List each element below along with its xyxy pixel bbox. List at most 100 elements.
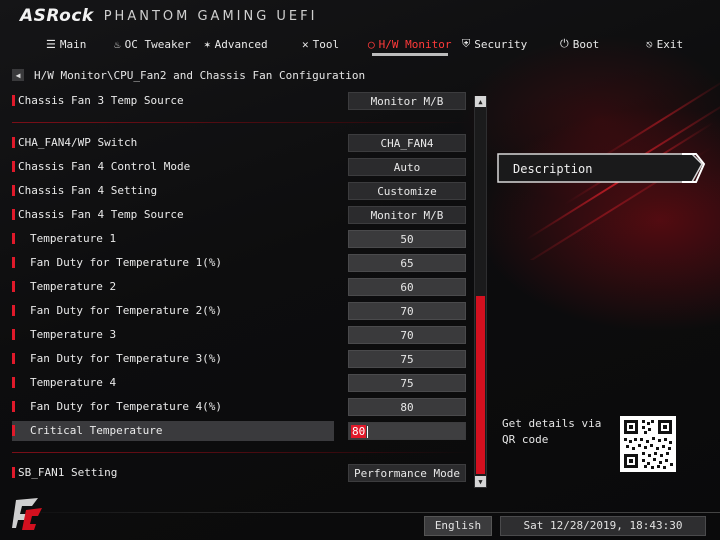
flame-icon: ♨: [114, 37, 121, 51]
setting-value[interactable]: Monitor M/B: [348, 92, 466, 110]
setting-label: Fan Duty for Temperature 2(%): [30, 304, 223, 317]
footer-divider: [0, 512, 720, 513]
nav-main-label: Main: [59, 37, 87, 51]
row-marker: [12, 353, 15, 364]
shield-icon: ⛨: [462, 37, 471, 50]
scrollbar-thumb[interactable]: [476, 296, 485, 474]
scroll-down-arrow-icon[interactable]: ▼: [475, 476, 486, 487]
brand-logo: ASRock PHANTOM GAMING UEFI: [20, 6, 317, 26]
text-caret: [367, 426, 369, 438]
row-marker: [12, 401, 15, 412]
row-marker: [12, 425, 15, 436]
row-marker: [12, 377, 15, 388]
breadcrumb: ◀ H/W Monitor\CPU_Fan2 and Chassis Fan C…: [12, 67, 365, 83]
list-icon: ☰: [46, 37, 56, 51]
qr-code-icon: [620, 416, 676, 472]
critical-temperature-input[interactable]: 80: [348, 422, 466, 440]
star-tool-icon: ✶: [204, 37, 211, 51]
back-arrow-icon[interactable]: ◀: [12, 69, 24, 81]
row-marker: [12, 185, 15, 196]
setting-temperature-2[interactable]: Temperature 2 60: [12, 277, 472, 297]
input-value: 80: [351, 425, 367, 438]
nav-exit-label: Exit: [656, 37, 684, 51]
nav-oc-tweaker[interactable]: ♨ OC Tweaker: [114, 32, 191, 56]
monitor-icon: ◯: [368, 37, 375, 51]
setting-label: Temperature 2: [30, 280, 117, 293]
setting-value[interactable]: Monitor M/B: [348, 206, 466, 224]
nav-tool[interactable]: ✕ Tool: [302, 32, 339, 56]
section-divider: [12, 122, 470, 123]
phantom-gaming-logo-icon: [10, 496, 44, 532]
brand-name: ASRock: [20, 6, 94, 26]
nav-boot[interactable]: ⏻ Boot: [560, 32, 599, 56]
active-tab-indicator: [372, 53, 448, 56]
setting-fan-duty-4[interactable]: Fan Duty for Temperature 4(%) 80: [12, 397, 472, 417]
row-marker: [12, 329, 15, 340]
setting-chassis-fan4-setting[interactable]: Chassis Fan 4 Setting Customize: [12, 181, 472, 201]
setting-fan-duty-2[interactable]: Fan Duty for Temperature 2(%) 70: [12, 301, 472, 321]
setting-temperature-1[interactable]: Temperature 1 50: [12, 229, 472, 249]
nav-exit[interactable]: ⎋ Exit: [646, 32, 683, 56]
setting-value[interactable]: 50: [348, 230, 466, 248]
row-marker: [12, 95, 15, 106]
row-marker: [12, 137, 15, 148]
setting-label: Chassis Fan 4 Temp Source: [18, 208, 184, 221]
setting-temperature-3[interactable]: Temperature 3 70: [12, 325, 472, 345]
setting-label: Temperature 1: [30, 232, 117, 245]
setting-label: Chassis Fan 4 Control Mode: [18, 160, 191, 173]
setting-critical-temperature[interactable]: Critical Temperature 80: [12, 421, 472, 441]
setting-value[interactable]: 75: [348, 374, 466, 392]
setting-label: Fan Duty for Temperature 3(%): [30, 352, 223, 365]
row-marker: [12, 281, 15, 292]
setting-chassis-fan4-control-mode[interactable]: Chassis Fan 4 Control Mode Auto: [12, 157, 472, 177]
setting-label: CHA_FAN4/WP Switch: [18, 136, 138, 149]
setting-chassis-fan3-temp-source[interactable]: Chassis Fan 3 Temp Source Monitor M/B: [12, 91, 472, 111]
setting-fan-duty-3[interactable]: Fan Duty for Temperature 3(%) 75: [12, 349, 472, 369]
nav-main[interactable]: ☰ Main: [46, 32, 86, 56]
setting-chassis-fan4-temp-source[interactable]: Chassis Fan 4 Temp Source Monitor M/B: [12, 205, 472, 225]
section-divider: [12, 452, 470, 453]
setting-label: Chassis Fan 3 Temp Source: [18, 94, 184, 107]
setting-temperature-4[interactable]: Temperature 4 75: [12, 373, 472, 393]
setting-value[interactable]: Auto: [348, 158, 466, 176]
description-title: Description: [513, 162, 593, 176]
setting-label: SB_FAN1 Setting: [18, 466, 118, 479]
setting-value[interactable]: 65: [348, 254, 466, 272]
nav-hw-monitor-label: H/W Monitor: [378, 37, 452, 51]
setting-label: Temperature 4: [30, 376, 117, 389]
row-marker: [12, 209, 15, 220]
row-marker: [12, 257, 15, 268]
setting-value[interactable]: 80: [348, 398, 466, 416]
setting-label: Chassis Fan 4 Setting: [18, 184, 158, 197]
exit-icon: ⎋: [646, 37, 653, 51]
setting-value[interactable]: 70: [348, 302, 466, 320]
setting-label: Fan Duty for Temperature 4(%): [30, 400, 223, 413]
nav-oc-tweaker-label: OC Tweaker: [124, 37, 191, 51]
nav-security[interactable]: ⛨ Security: [462, 32, 527, 56]
setting-value[interactable]: CHA_FAN4: [348, 134, 466, 152]
qr-caption: Get details via QR code: [502, 417, 602, 446]
setting-value[interactable]: 75: [348, 350, 466, 368]
nav-advanced[interactable]: ✶ Advanced: [204, 32, 268, 56]
datetime-display: Sat 12/28/2019, 18:43:30: [500, 516, 706, 536]
row-marker: [12, 467, 15, 478]
nav-advanced-label: Advanced: [214, 37, 268, 51]
setting-value[interactable]: Customize: [348, 182, 466, 200]
nav-security-label: Security: [474, 37, 528, 51]
tools-icon: ✕: [302, 37, 309, 51]
setting-sb-fan1[interactable]: SB_FAN1 Setting Performance Mode: [12, 463, 472, 483]
setting-value[interactable]: 60: [348, 278, 466, 296]
setting-value[interactable]: 70: [348, 326, 466, 344]
setting-fan-duty-1[interactable]: Fan Duty for Temperature 1(%) 65: [12, 253, 472, 273]
top-navigation: ☰ Main ♨ OC Tweaker ✶ Advanced ✕ Tool ◯ …: [0, 32, 720, 56]
nav-boot-label: Boot: [572, 37, 600, 51]
language-button[interactable]: English: [424, 516, 492, 536]
scroll-up-arrow-icon[interactable]: ▲: [475, 96, 486, 107]
setting-cha-fan4-wp-switch[interactable]: CHA_FAN4/WP Switch CHA_FAN4: [12, 133, 472, 153]
setting-label: Temperature 3: [30, 328, 117, 341]
row-marker: [12, 161, 15, 172]
power-icon: ⏻: [560, 37, 569, 50]
brand-product: PHANTOM GAMING UEFI: [103, 8, 318, 24]
setting-label: Critical Temperature: [30, 424, 163, 437]
setting-value[interactable]: Performance Mode: [348, 464, 466, 482]
